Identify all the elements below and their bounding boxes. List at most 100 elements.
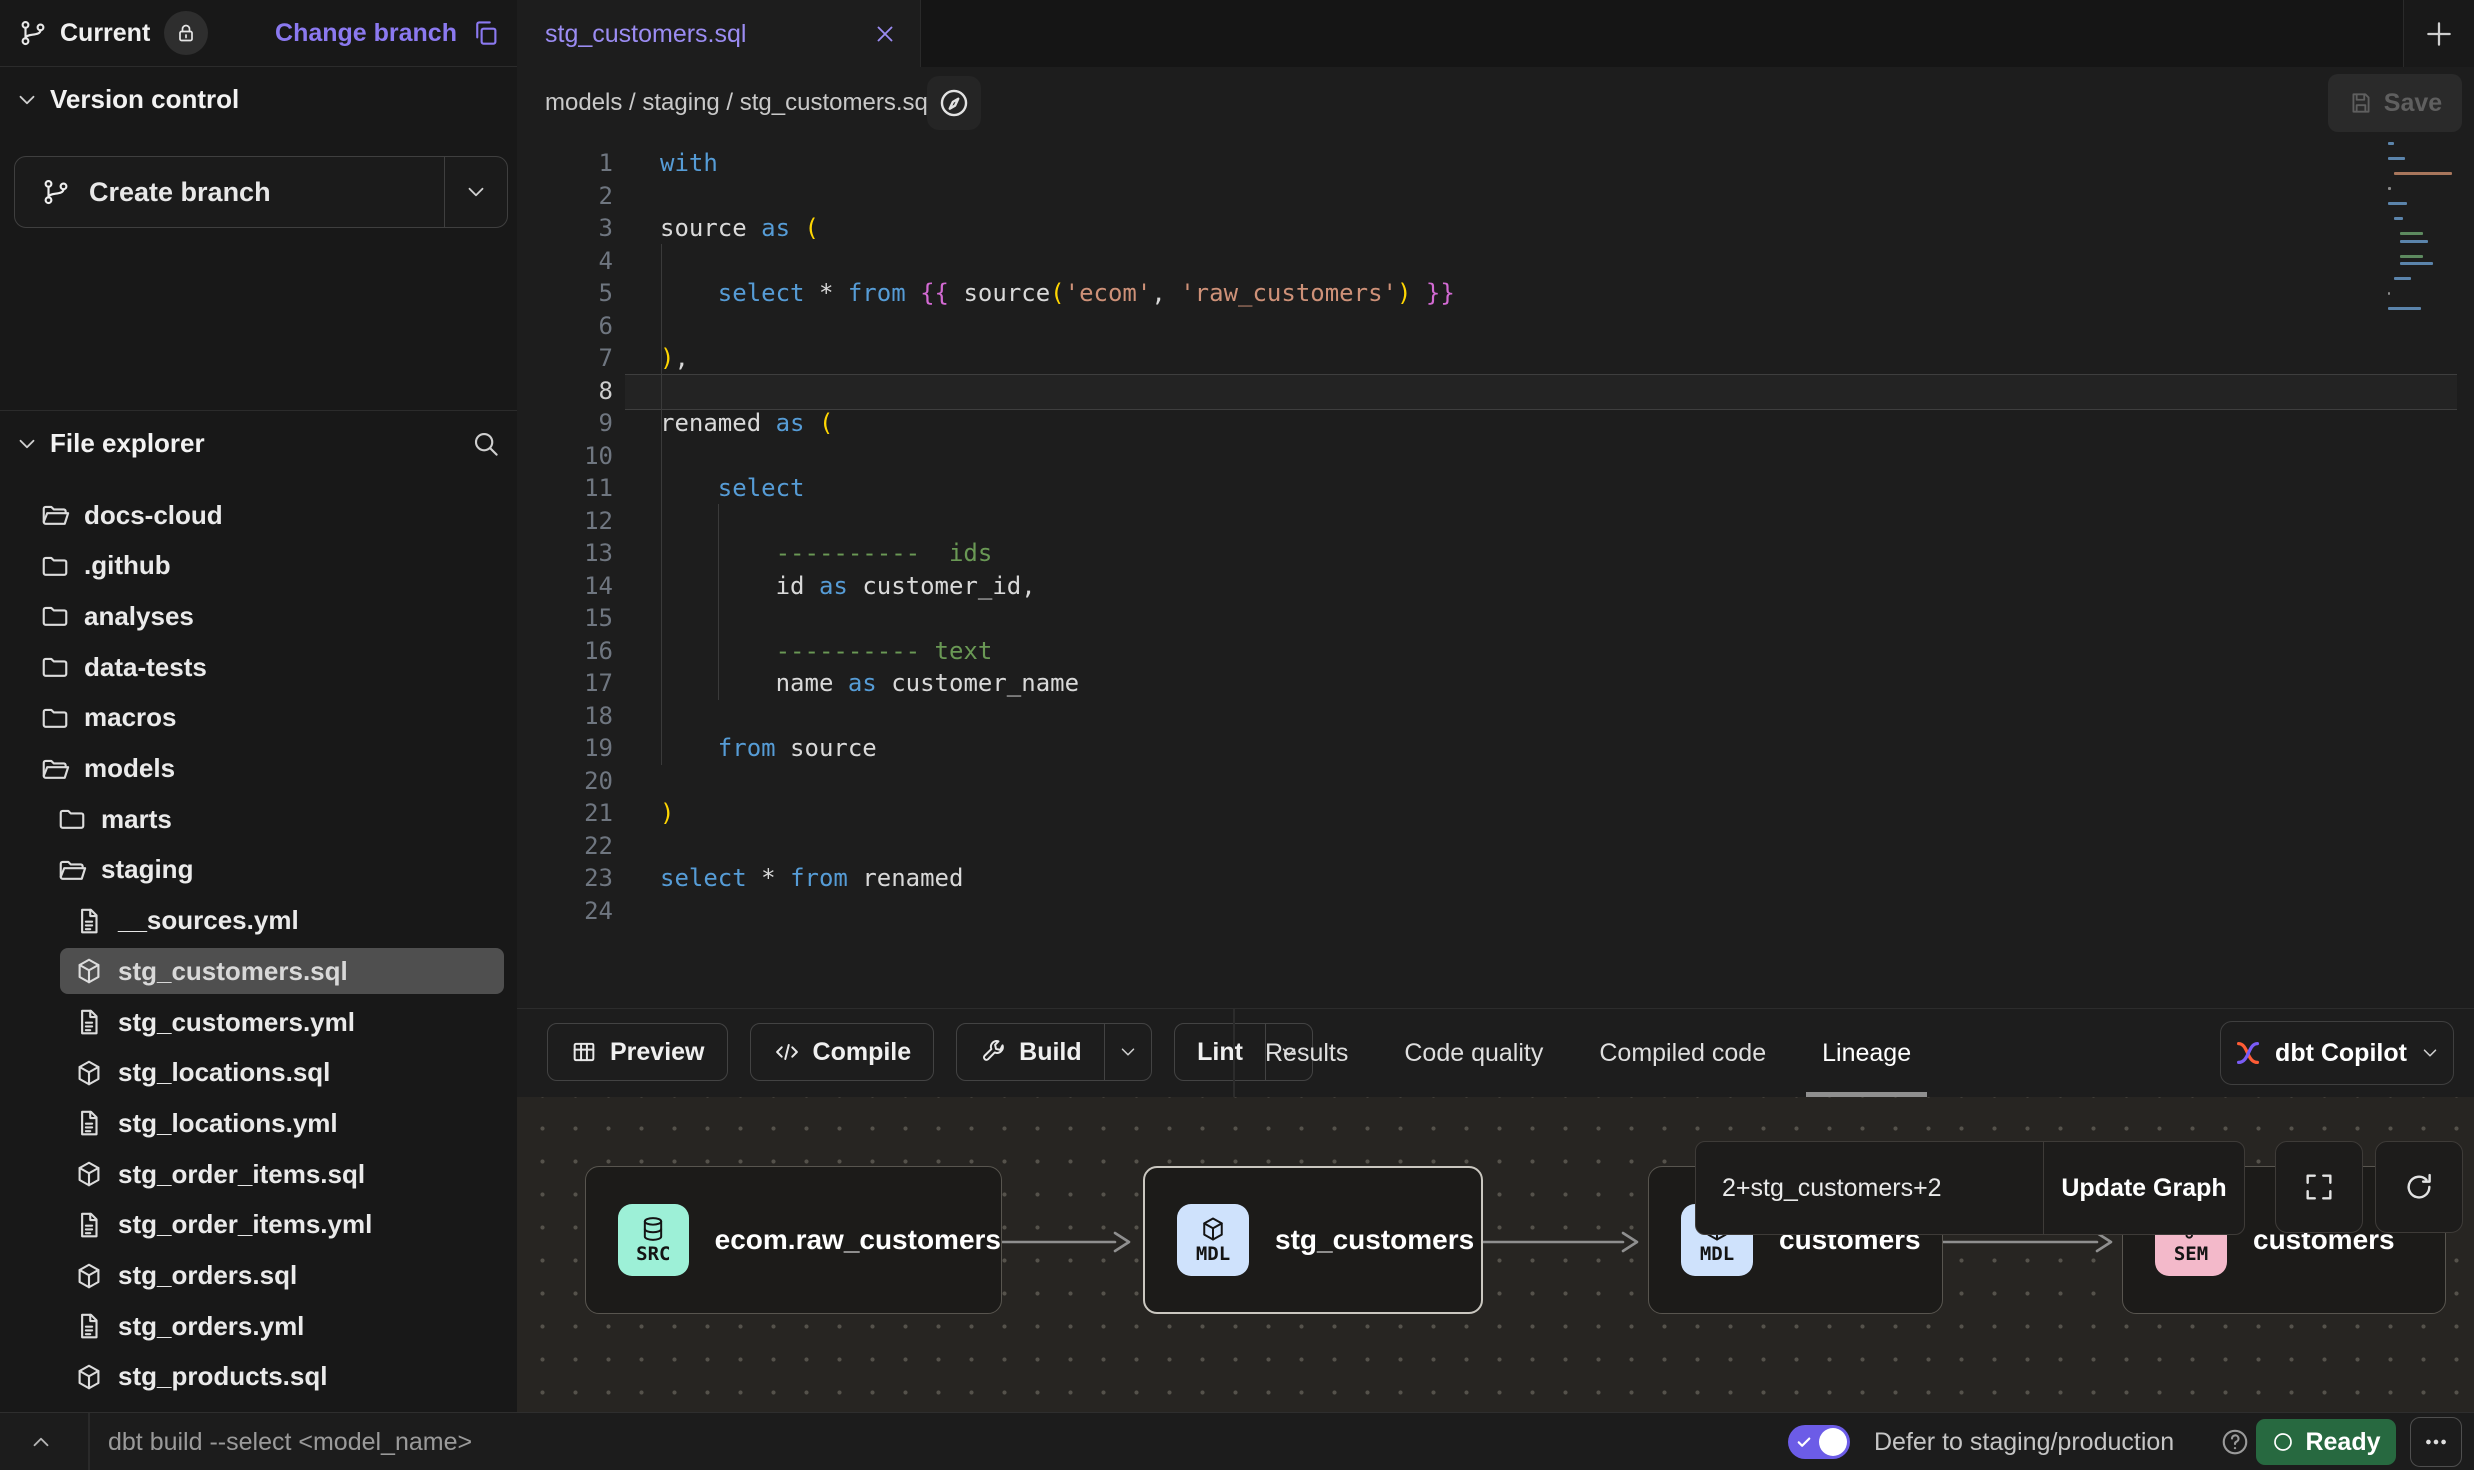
divider	[88, 1413, 90, 1470]
version-control-section[interactable]: Version control	[14, 84, 239, 115]
file-explorer-section[interactable]: File explorer	[14, 428, 501, 459]
chevron-down-icon	[14, 87, 40, 113]
explorer-item-stg-customers-yml[interactable]: stg_customers.yml	[60, 999, 504, 1045]
save-button[interactable]: Save	[2328, 74, 2462, 132]
new-tab-button[interactable]	[2403, 0, 2474, 67]
chevron-up-icon[interactable]	[28, 1429, 54, 1455]
explorer-item--sources-yml[interactable]: __sources.yml	[60, 898, 504, 944]
lineage-filter-box: 2+stg_customers+2 Update Graph	[1695, 1141, 2245, 1235]
change-branch-button[interactable]: Change branch	[275, 19, 457, 48]
lineage-filter-input[interactable]: 2+stg_customers+2	[1696, 1142, 2043, 1234]
refresh-icon	[2402, 1170, 2436, 1204]
explorer-item-stg-order-items-yml[interactable]: stg_order_items.yml	[60, 1202, 504, 1248]
fullscreen-button[interactable]	[2275, 1141, 2363, 1233]
panel-tab-code-quality[interactable]: Code quality	[1404, 1009, 1543, 1097]
preview-button[interactable]: Preview	[547, 1023, 728, 1081]
explorer-item-stg-locations-sql[interactable]: stg_locations.sql	[60, 1050, 504, 1096]
minimap-line-mark	[2400, 262, 2433, 265]
line-number: 10	[517, 440, 613, 473]
explorer-item-stg-products-sql[interactable]: stg_products.sql	[60, 1354, 504, 1400]
minimap-line-mark	[2388, 142, 2394, 145]
compile-label: Compile	[813, 1038, 912, 1067]
file-icon	[74, 1108, 104, 1138]
explorer-item--github[interactable]: .github	[26, 543, 504, 589]
line-number: 17	[517, 667, 613, 700]
model-icon	[74, 1261, 104, 1291]
compile-button[interactable]: Compile	[750, 1023, 935, 1081]
line-number: 1	[517, 147, 613, 180]
explorer-item-stg-orders-sql[interactable]: stg_orders.sql	[60, 1253, 504, 1299]
minimap[interactable]	[2388, 142, 2452, 472]
minimap-line-mark	[2400, 232, 2423, 235]
refresh-button[interactable]	[2375, 1141, 2463, 1233]
button-divider	[444, 157, 446, 227]
status-circle-icon	[2271, 1430, 2295, 1454]
file-explorer-title: File explorer	[50, 428, 205, 459]
code-editor[interactable]: 123456789101112131415161718192021222324 …	[517, 138, 2474, 1008]
line-number: 16	[517, 635, 613, 668]
explorer-item-stg-locations-yml[interactable]: stg_locations.yml	[60, 1100, 504, 1146]
minimap-line-mark	[2388, 202, 2407, 205]
command-input[interactable]: dbt build --select <model_name>	[108, 1413, 472, 1470]
panel-tab-lineage[interactable]: Lineage	[1822, 1009, 1911, 1097]
minimap-line-mark	[2394, 217, 2403, 220]
explorer-item-stg-orders-yml[interactable]: stg_orders.yml	[60, 1303, 504, 1349]
panel-tab-results[interactable]: Results	[1265, 1009, 1348, 1097]
explorer-item-stg-customers-sql[interactable]: stg_customers.sql	[60, 948, 504, 994]
code-line-1: with	[660, 147, 718, 180]
explorer-item-macros[interactable]: macros	[26, 695, 504, 741]
line-number: 6	[517, 310, 613, 343]
minimap-line-mark	[2388, 157, 2405, 160]
create-branch-label: Create branch	[89, 177, 271, 208]
line-number: 24	[517, 895, 613, 928]
editor-toolbar: PreviewCompileBuildLint ResultsCode qual…	[517, 1008, 2474, 1098]
plus-icon	[2423, 18, 2455, 50]
code-line-13: ---------- ids	[660, 537, 992, 570]
file-label: stg_locations.sql	[118, 1057, 330, 1088]
close-icon[interactable]	[872, 21, 898, 47]
explorer-item-analyses[interactable]: analyses	[26, 593, 504, 639]
more-options-button[interactable]	[2410, 1417, 2462, 1467]
file-label: staging	[101, 854, 193, 885]
chevron-down-icon[interactable]	[463, 179, 489, 205]
copy-icon[interactable]	[471, 18, 501, 48]
file-label: docs-cloud	[84, 500, 223, 531]
create-branch-button[interactable]: Create branch	[14, 156, 508, 228]
lineage-node-stg-customers[interactable]: MDLstg_customers	[1143, 1166, 1483, 1314]
copilot-compass-button[interactable]	[927, 76, 981, 130]
badge-label: MDL	[1700, 1243, 1734, 1265]
tab-title: stg_customers.sql	[545, 20, 746, 49]
dbt-cloud-ide: Current Change branch Version control Cr…	[0, 0, 2474, 1470]
defer-toggle[interactable]	[1788, 1425, 1850, 1459]
explorer-item-marts[interactable]: marts	[43, 796, 504, 842]
node-label: stg_customers	[1275, 1224, 1474, 1256]
folderOpen-icon	[40, 754, 70, 784]
minimap-line-mark	[2388, 187, 2391, 190]
dbt-copilot-button[interactable]: dbt Copilot	[2220, 1021, 2454, 1085]
tab-stg-customers-sql[interactable]: stg_customers.sql	[517, 0, 921, 68]
explorer-item-data-tests[interactable]: data-tests	[26, 644, 504, 690]
node-badge-src: SRC	[618, 1204, 689, 1276]
copilot-label: dbt Copilot	[2275, 1039, 2407, 1068]
current-line-highlight	[625, 374, 2457, 410]
build-button[interactable]: Build	[956, 1023, 1152, 1081]
explorer-item-stg-order-items-sql[interactable]: stg_order_items.sql	[60, 1151, 504, 1197]
code-line-3: source as (	[660, 212, 819, 245]
file-label: stg_order_items.yml	[118, 1209, 372, 1240]
explorer-item-models[interactable]: models	[26, 746, 504, 792]
line-number: 22	[517, 830, 613, 863]
line-number: 23	[517, 862, 613, 895]
explorer-item-staging[interactable]: staging	[43, 847, 504, 893]
help-icon[interactable]	[2220, 1427, 2250, 1457]
file-label: analyses	[84, 601, 194, 632]
search-icon[interactable]	[471, 429, 501, 459]
tab-strip: stg_customers.sql	[517, 0, 2474, 68]
build-dropdown[interactable]	[1105, 1041, 1151, 1063]
lineage-node-ecom-raw-customers[interactable]: SRCecom.raw_customers	[585, 1166, 1002, 1314]
chevron-down-icon	[14, 431, 40, 457]
file-label: macros	[84, 702, 177, 733]
ready-status-button[interactable]: Ready	[2256, 1419, 2396, 1465]
panel-tab-compiled-code[interactable]: Compiled code	[1599, 1009, 1766, 1097]
update-graph-button[interactable]: Update Graph	[2044, 1142, 2244, 1234]
explorer-item-docs-cloud[interactable]: docs-cloud	[26, 492, 504, 538]
